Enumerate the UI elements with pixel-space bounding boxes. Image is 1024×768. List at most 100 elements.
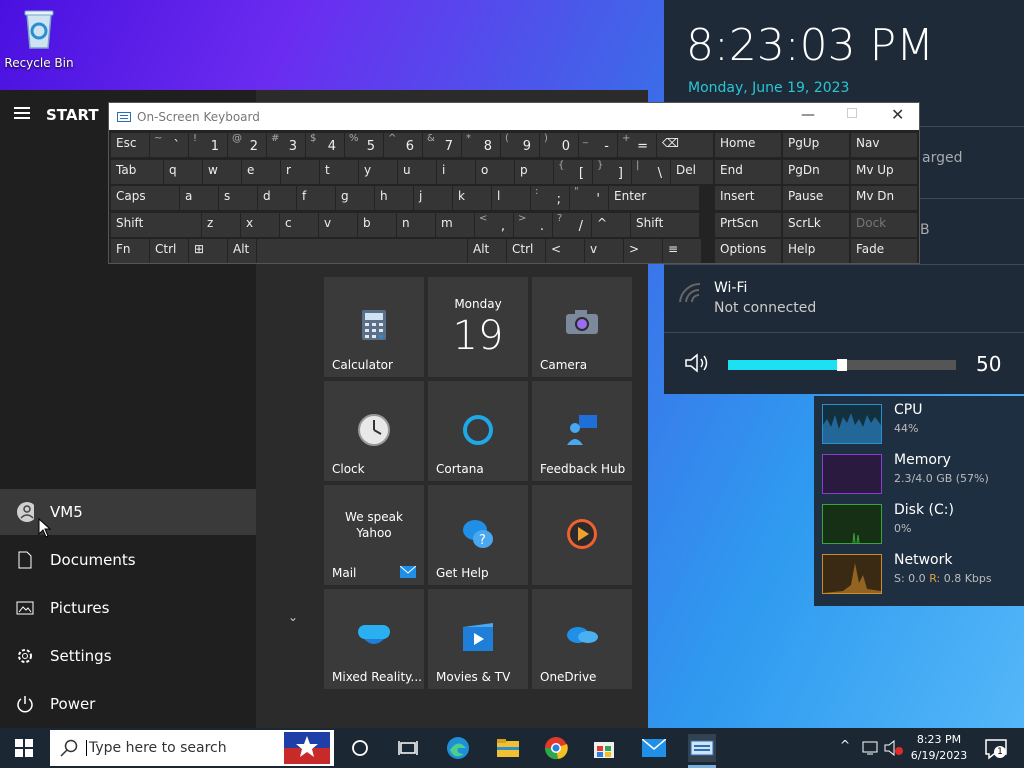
osk-key[interactable]: Ctrl xyxy=(150,239,188,263)
osk-key[interactable]: Del xyxy=(671,159,713,184)
nav-documents[interactable]: Documents xyxy=(0,537,256,583)
tile-cortana[interactable]: Cortana xyxy=(428,381,528,481)
store-icon[interactable] xyxy=(590,734,618,762)
osk-key[interactable]: > xyxy=(624,239,662,263)
osk-key[interactable]: b xyxy=(358,212,396,237)
taskbar-search[interactable]: Type here to search xyxy=(50,730,334,766)
osk-key[interactable]: Caps xyxy=(111,186,179,210)
osk-nav-key[interactable]: Home xyxy=(715,133,781,157)
osk-key[interactable]: ^ 6 xyxy=(384,133,422,157)
osk-nav-key[interactable]: End xyxy=(715,159,781,184)
minimize-icon[interactable]: — xyxy=(801,107,815,123)
tile-clock[interactable]: Clock xyxy=(324,381,424,481)
speaker-icon[interactable] xyxy=(684,352,712,378)
osk-key[interactable]: ⊞ xyxy=(189,239,227,263)
osk-key[interactable]: k xyxy=(453,186,491,210)
osk-nav-key[interactable]: Options xyxy=(715,239,781,263)
tile-mail[interactable]: We speak Yahoo Mail xyxy=(324,485,424,585)
nav-pictures[interactable]: Pictures xyxy=(0,585,256,631)
osk-key[interactable]: Enter xyxy=(609,186,699,210)
osk-key[interactable]: >. xyxy=(514,212,552,237)
osk-key[interactable]: Esc xyxy=(111,133,149,157)
osk-key[interactable]: v xyxy=(585,239,623,263)
osk-key[interactable]: | \ xyxy=(632,159,670,184)
osk-key[interactable]: t xyxy=(320,159,358,184)
osk-key[interactable]: <, xyxy=(475,212,513,237)
edge-icon[interactable] xyxy=(444,734,472,762)
osk-nav-key[interactable]: Dock xyxy=(851,212,917,237)
windows-start-icon[interactable] xyxy=(10,734,38,762)
osk-key[interactable]: _ - xyxy=(579,133,617,157)
osk-nav-key[interactable]: Pause xyxy=(783,186,849,210)
chevron-down-icon[interactable]: ⌄ xyxy=(288,610,298,624)
tray-clock[interactable]: 8:23 PM 6/19/2023 xyxy=(910,732,968,764)
nav-settings[interactable]: Settings xyxy=(0,633,256,679)
osk-key[interactable]: w xyxy=(203,159,241,184)
osk-nav-key[interactable]: PgUp xyxy=(783,133,849,157)
osk-nav-key[interactable]: PgDn xyxy=(783,159,849,184)
tile-media-player[interactable] xyxy=(532,485,632,585)
volume-slider[interactable] xyxy=(728,359,956,371)
osk-key[interactable]: d xyxy=(258,186,296,210)
osk-nav-key[interactable]: ScrLk xyxy=(783,212,849,237)
osk-nav-key[interactable]: Insert xyxy=(715,186,781,210)
volume-thumb[interactable] xyxy=(837,359,847,371)
osk-key[interactable]: Tab xyxy=(111,159,163,184)
osk-key[interactable]: z xyxy=(202,212,240,237)
wifi-panel[interactable]: Wi-Fi Not connected xyxy=(664,268,1024,330)
osk-key[interactable]: < xyxy=(546,239,584,263)
tile-calculator[interactable]: Calculator xyxy=(324,277,424,377)
osk-key[interactable]: Shift xyxy=(111,212,201,237)
osk-key[interactable]: :; xyxy=(531,186,569,210)
notification-center-icon[interactable]: 1 xyxy=(984,738,1008,764)
task-view-icon[interactable] xyxy=(394,734,422,762)
osk-key[interactable]: % 5 xyxy=(345,133,383,157)
tile-camera[interactable]: Camera xyxy=(532,277,632,377)
tile-get-help[interactable]: ? Get Help xyxy=(428,485,528,585)
osk-key[interactable]: ^ xyxy=(592,212,630,237)
osk-key[interactable]: m xyxy=(436,212,474,237)
osk-nav-key[interactable]: Help xyxy=(783,239,849,263)
osk-key[interactable]: }] xyxy=(593,159,631,184)
recycle-bin-shortcut[interactable]: Recycle Bin xyxy=(4,6,74,76)
osk-key[interactable]: u xyxy=(398,159,436,184)
tile-mixed-reality[interactable]: Mixed Reality... xyxy=(324,589,424,689)
osk-title-bar[interactable]: On-Screen Keyboard — ✕ xyxy=(109,103,919,130)
osk-key[interactable]: y xyxy=(359,159,397,184)
osk-key[interactable]: " ' xyxy=(570,186,608,210)
osk-nav-key[interactable]: PrtScn xyxy=(715,212,781,237)
osk-key[interactable]: j xyxy=(414,186,452,210)
tile-onedrive[interactable]: OneDrive xyxy=(532,589,632,689)
tile-movies[interactable]: Movies & TV xyxy=(428,589,528,689)
osk-key[interactable]: c xyxy=(280,212,318,237)
osk-key[interactable]: e xyxy=(242,159,280,184)
maximize-icon[interactable] xyxy=(847,108,857,118)
osk-nav-key[interactable]: Fade xyxy=(851,239,917,263)
osk-key[interactable]: ⌫ xyxy=(657,133,713,157)
osk-key[interactable]: ~ ` xyxy=(150,133,188,157)
osk-key[interactable]: v xyxy=(319,212,357,237)
osk-key[interactable]: ≡ xyxy=(663,239,701,263)
chevron-up-icon[interactable]: ^ xyxy=(840,738,850,752)
osk-key[interactable]: h xyxy=(375,186,413,210)
osk-key[interactable]: #3 xyxy=(267,133,305,157)
osk-key[interactable]: f xyxy=(297,186,335,210)
osk-key[interactable]: g xyxy=(336,186,374,210)
osk-key[interactable]: r xyxy=(281,159,319,184)
osk-key[interactable]: i xyxy=(437,159,475,184)
osk-taskbar-icon[interactable] xyxy=(688,734,716,762)
osk-key[interactable]: l xyxy=(492,186,530,210)
osk-key[interactable]: {[ xyxy=(554,159,592,184)
mail-taskbar-icon[interactable] xyxy=(640,734,668,762)
osk-key[interactable]: n xyxy=(397,212,435,237)
nav-power[interactable]: Power xyxy=(0,681,256,727)
tile-feedback-hub[interactable]: Feedback Hub xyxy=(532,381,632,481)
chrome-icon[interactable] xyxy=(542,734,570,762)
osk-key[interactable]: ? / xyxy=(553,212,591,237)
osk-key[interactable]: Shift xyxy=(631,212,699,237)
osk-key[interactable]: @2 xyxy=(228,133,266,157)
tile-calendar[interactable]: Monday 19 xyxy=(428,277,528,377)
osk-key[interactable]: (9 xyxy=(501,133,539,157)
osk-key[interactable]: ! 1 xyxy=(189,133,227,157)
osk-key[interactable]: Alt xyxy=(468,239,506,263)
